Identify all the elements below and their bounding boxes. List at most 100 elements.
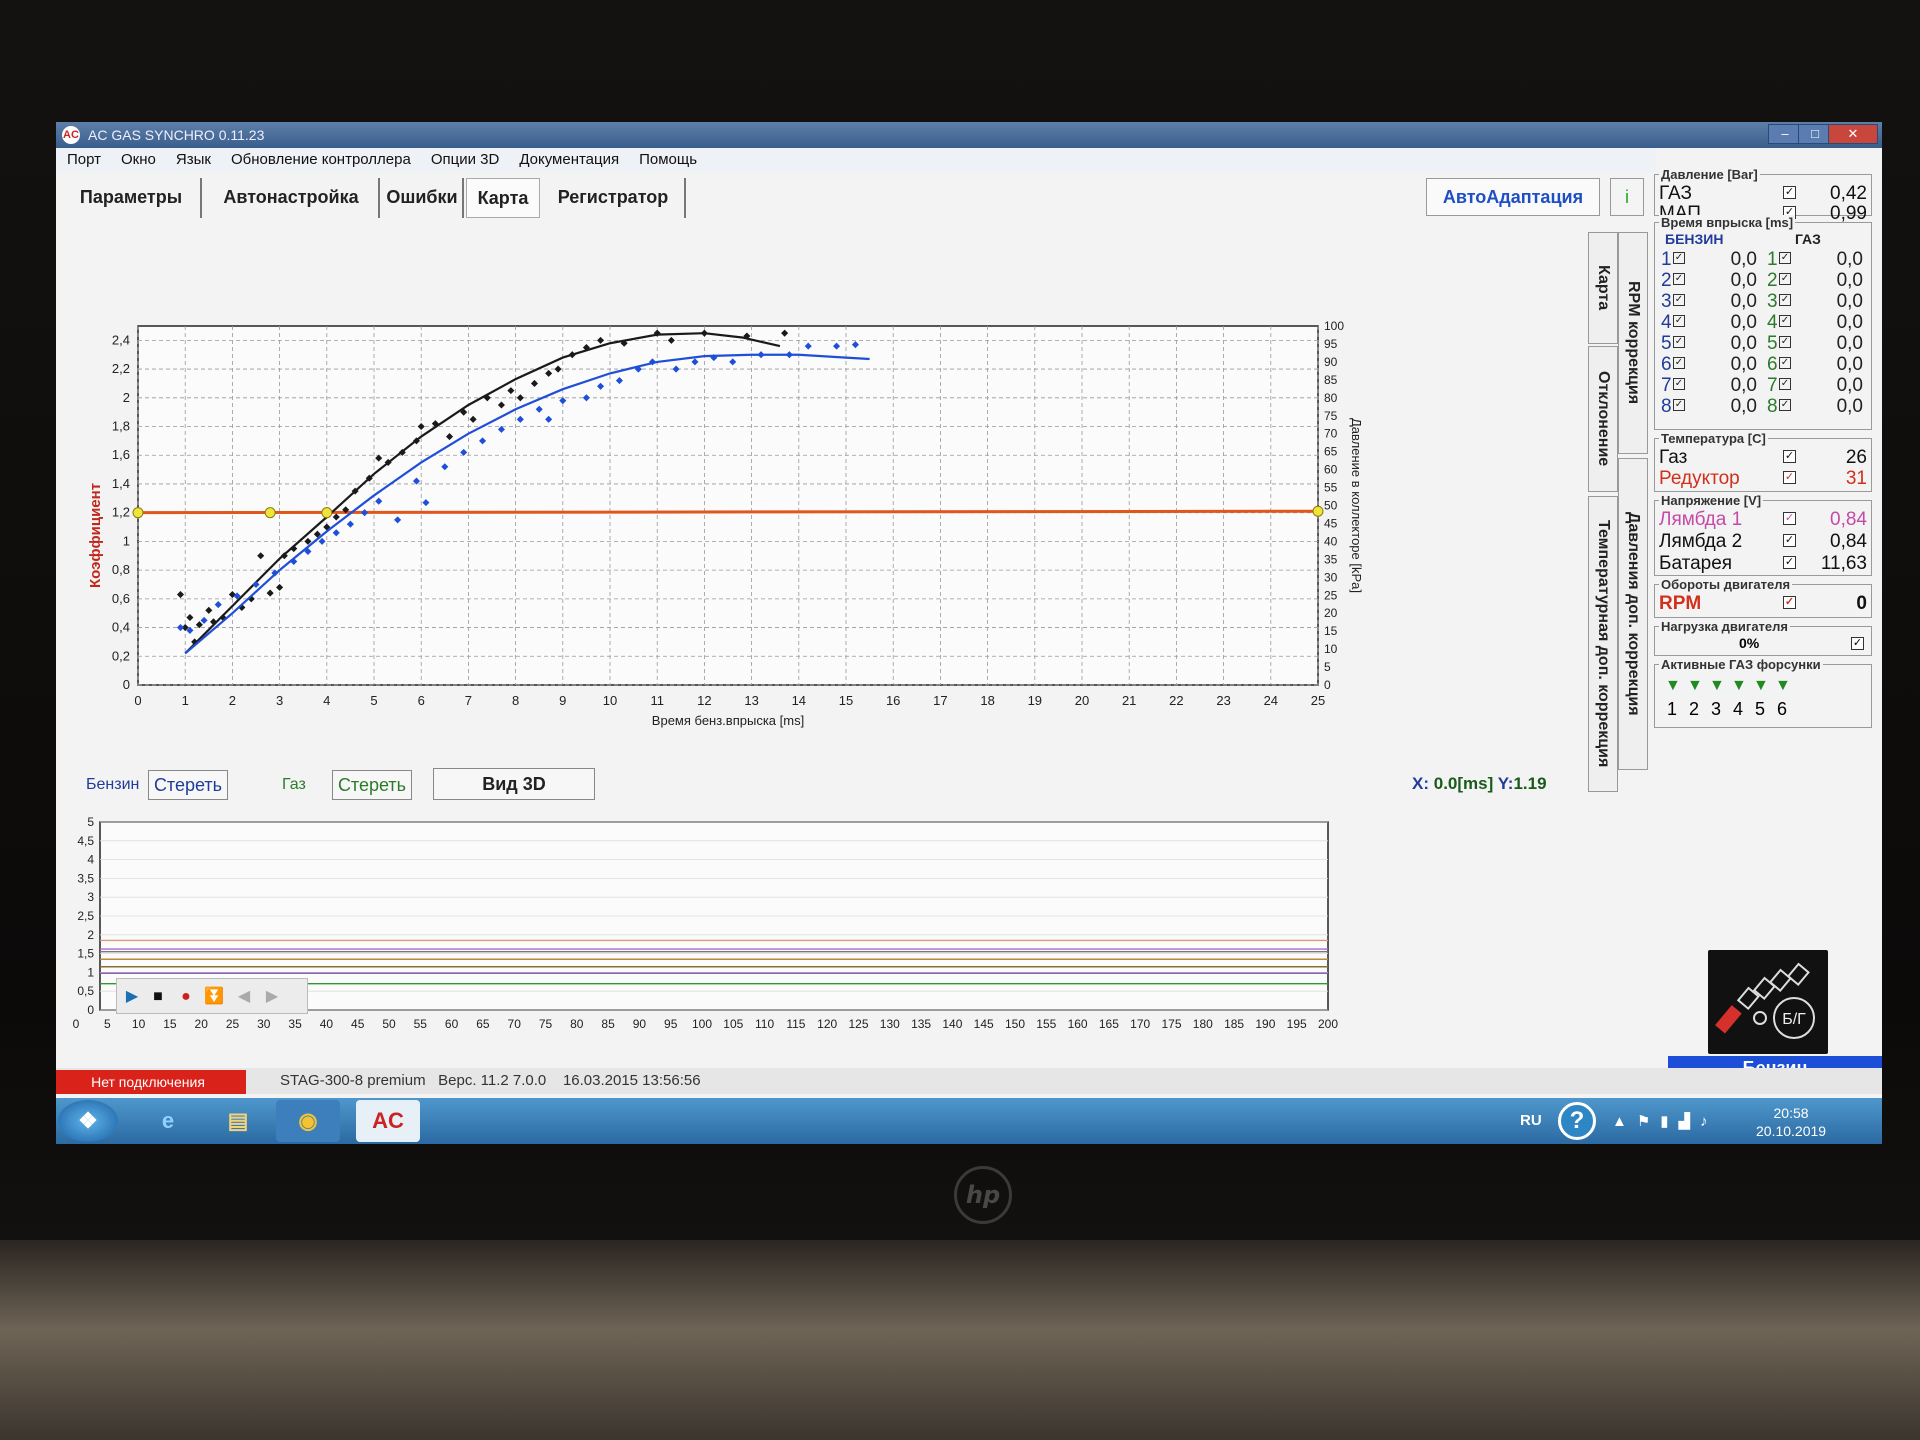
injector-number: 2 (1661, 270, 1672, 291)
checkbox-icon[interactable]: ✓ (1673, 399, 1685, 411)
checkbox-icon[interactable]: ✓ (1783, 596, 1796, 609)
voltage-group-title: Напряжение [V] (1659, 493, 1764, 508)
injector-icon: ▼ (1665, 677, 1681, 694)
temperature-value: 26 (1845, 447, 1867, 468)
x-tick-label: 17 (933, 693, 947, 708)
checkbox-icon[interactable]: ✓ (1783, 534, 1796, 547)
tab-recorder[interactable]: Регистратор (542, 178, 686, 218)
vtab-temperature-correction[interactable]: Температурная доп. коррекция (1588, 496, 1618, 792)
checkbox-icon[interactable]: ✓ (1783, 450, 1796, 463)
checkbox-icon[interactable]: ✓ (1779, 315, 1791, 327)
plot-area (137, 325, 1319, 686)
y-tick-label: 1,8 (112, 419, 130, 434)
checkbox-icon[interactable]: ✓ (1673, 336, 1685, 348)
checkbox-icon[interactable]: ✓ (1783, 186, 1796, 199)
stop-icon[interactable]: ■ (147, 986, 169, 1008)
checkbox-icon[interactable]: ✓ (1779, 273, 1791, 285)
clear-petrol-button[interactable]: Стереть (148, 770, 228, 800)
map-chart[interactable]: 0 1 2 3 4 5 6 7 8 9 10 11 12 13 14 15 16 17 18 19 20 21 22 23 24… (56, 230, 1596, 770)
minimize-button[interactable]: – (1768, 124, 1802, 144)
checkbox-icon[interactable]: ✓ (1779, 399, 1791, 411)
menu-update-controller[interactable]: Обновление контроллера (220, 148, 420, 168)
checkbox-icon[interactable]: ✓ (1779, 336, 1791, 348)
y2-tick-label: 40 (1324, 534, 1338, 548)
recorder-x-tick: 35 (288, 1017, 302, 1031)
tab-errors[interactable]: Ошибки (382, 178, 464, 218)
checkbox-icon[interactable]: ✓ (1783, 556, 1796, 569)
recorder-x-tick: 155 (1036, 1017, 1056, 1031)
y2-tick-label: 30 (1324, 570, 1338, 584)
tab-autotuning[interactable]: Автонастройка (204, 178, 380, 218)
menu-language[interactable]: Язык (165, 148, 220, 168)
checkbox-icon[interactable]: ✓ (1673, 357, 1685, 369)
checkbox-icon[interactable]: ✓ (1851, 637, 1864, 650)
record-icon[interactable]: ● (175, 986, 197, 1008)
vtab-rpm-correction[interactable]: RPM коррекция (1618, 232, 1648, 454)
recorder-x-tick: 90 (633, 1017, 647, 1031)
ie-icon[interactable]: e (136, 1100, 200, 1142)
back-icon[interactable]: ◀ (233, 986, 255, 1008)
app-logo-icon: AC (62, 126, 80, 144)
clear-gas-button[interactable]: Стереть (332, 770, 412, 800)
checkbox-icon[interactable]: ✓ (1779, 357, 1791, 369)
y2-tick-label: 60 (1324, 463, 1338, 477)
checkbox-icon[interactable]: ✓ (1779, 252, 1791, 264)
close-button[interactable]: ✕ (1828, 124, 1878, 144)
voltage-name: Лямбда 2 (1659, 531, 1743, 552)
gas-injection-time: 0,0 (1836, 375, 1863, 396)
vtab-map[interactable]: Карта (1588, 232, 1618, 344)
maximize-button[interactable]: □ (1798, 124, 1832, 144)
y2-tick-label: 15 (1324, 624, 1338, 638)
injection-group-title: Время впрыска [ms] (1659, 215, 1796, 230)
view-3d-button[interactable]: Вид 3D (433, 768, 595, 800)
menu-port[interactable]: Порт (56, 148, 110, 168)
fuel-switch-button[interactable]: Б/Г (1708, 950, 1828, 1054)
checkbox-icon[interactable]: ✓ (1779, 294, 1791, 306)
menu-window[interactable]: Окно (110, 148, 165, 168)
forward-icon[interactable]: ▶ (261, 986, 283, 1008)
vtab-pressure-correction[interactable]: Давления доп. коррекция (1618, 458, 1648, 770)
language-indicator[interactable]: RU (1520, 1112, 1542, 1129)
y-tick-label: 1,2 (112, 505, 130, 520)
download-icon[interactable]: ⏬ (203, 986, 225, 1008)
play-icon[interactable]: ▶ (121, 986, 143, 1008)
checkbox-icon[interactable]: ✓ (1783, 471, 1796, 484)
voltage-row: Батарея ✓ 11,63 (1657, 553, 1871, 575)
tab-parameters[interactable]: Параметры (62, 178, 202, 218)
recorder-x-tick: 30 (257, 1017, 271, 1031)
auto-adaptation-button[interactable]: АвтоАдаптация (1426, 178, 1600, 216)
recorder-x-tick: 165 (1099, 1017, 1119, 1031)
vtab-deviation[interactable]: Отклонение (1588, 346, 1618, 492)
tray-icons[interactable]: ▲⚑▮▟♪ (1612, 1112, 1718, 1130)
injector-number: 5 (1661, 333, 1672, 354)
menu-help[interactable]: Помощь (628, 148, 706, 168)
menu-3d-options[interactable]: Опции 3D (420, 148, 508, 168)
menu-documentation[interactable]: Документация (508, 148, 628, 168)
checkbox-icon[interactable]: ✓ (1673, 378, 1685, 390)
start-button-icon[interactable]: ❖ (58, 1100, 118, 1142)
gas-injector-row: 6 ✓ 0,0 (1765, 354, 1869, 375)
ac-app-icon[interactable]: AC (356, 1100, 420, 1142)
checkbox-icon[interactable]: ✓ (1673, 315, 1685, 327)
temperature-row: Газ ✓ 26 (1657, 447, 1871, 469)
help-icon[interactable]: ? (1558, 1102, 1596, 1140)
recorder-x-tick: 0 (73, 1017, 80, 1031)
recorder-x-tick: 80 (570, 1017, 584, 1031)
recorder-x-tick: 55 (414, 1017, 428, 1031)
checkbox-icon[interactable]: ✓ (1673, 294, 1685, 306)
map-chart-svg[interactable]: 0 1 2 3 4 5 6 7 8 9 10 11 12 13 14 15 16 17 18 19 20 21 22 23 24… (56, 230, 1596, 770)
checkbox-icon[interactable]: ✓ (1783, 512, 1796, 525)
petrol-injection-time: 0,0 (1730, 291, 1757, 312)
checkbox-icon[interactable]: ✓ (1673, 252, 1685, 264)
tab-map[interactable]: Карта (466, 178, 540, 218)
checkbox-icon[interactable]: ✓ (1779, 378, 1791, 390)
chrome-icon[interactable]: ◉ (276, 1100, 340, 1142)
injection-group: Время впрыска [ms] БЕНЗИН ГАЗ 1 ✓ 0,0 1 ✓ 0,0 2 ✓ 0… (1654, 215, 1872, 430)
folder-icon[interactable]: ▤ (206, 1100, 270, 1142)
info-button[interactable]: i (1610, 178, 1644, 216)
x-tick-label: 11 (650, 693, 664, 708)
screen: AC AC GAS SYNCHRO 0.11.23 – □ ✕ Порт Окно… (56, 122, 1882, 1144)
y-tick-label: 1,6 (112, 447, 130, 462)
clock[interactable]: 20:58 20.10.2019 (1756, 1104, 1826, 1140)
checkbox-icon[interactable]: ✓ (1673, 273, 1685, 285)
